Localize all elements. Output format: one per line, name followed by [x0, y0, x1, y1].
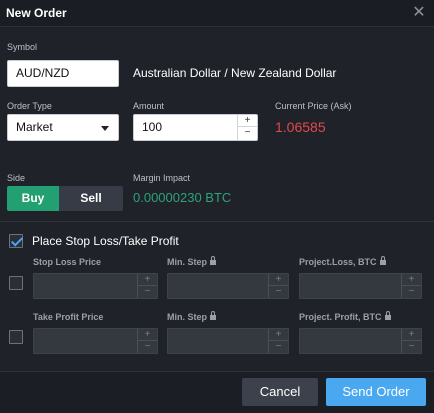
- amount-increment-button[interactable]: +: [238, 115, 257, 127]
- amount-value: 100: [142, 120, 163, 134]
- sl-tp-label: Place Stop Loss/Take Profit: [32, 234, 179, 248]
- decrement-button: −: [408, 286, 415, 297]
- lock-icon: [384, 311, 391, 320]
- stop-loss-min-step-input: + −: [167, 273, 289, 299]
- decrement-button[interactable]: −: [138, 286, 157, 298]
- amount-stepper: + −: [237, 115, 257, 140]
- lock-icon: [210, 256, 216, 265]
- increment-button: +: [269, 329, 288, 341]
- take-profit-min-step-label: Min. Step: [167, 311, 216, 322]
- amount-label: Amount: [133, 101, 165, 111]
- buy-button[interactable]: Buy: [7, 186, 59, 211]
- decrement-button[interactable]: −: [138, 341, 157, 353]
- symbol-label: Symbol: [7, 42, 38, 52]
- project-loss-stepper: + −: [401, 274, 421, 298]
- amount-decrement-button[interactable]: −: [238, 127, 257, 139]
- title-bar: New Order ✕: [0, 0, 434, 27]
- current-price-label: Current Price (Ask): [275, 101, 352, 111]
- stop-loss-price-input[interactable]: + −: [33, 273, 158, 299]
- dialog-title: New Order: [6, 6, 67, 20]
- decrement-button: −: [275, 286, 282, 297]
- take-profit-min-step-stepper: + −: [268, 329, 288, 353]
- decrement-button: −: [408, 341, 415, 352]
- increment-button: +: [402, 274, 421, 286]
- project-loss-input: + −: [299, 273, 422, 299]
- take-profit-price-label: Take Profit Price: [33, 312, 104, 322]
- sell-button[interactable]: Sell: [59, 186, 123, 211]
- stop-loss-min-step-stepper: + −: [268, 274, 288, 298]
- stop-loss-price-label: Stop Loss Price: [33, 257, 102, 267]
- project-profit-input: + −: [299, 328, 422, 354]
- increment-button: +: [269, 274, 288, 286]
- new-order-dialog: New Order ✕ Symbol AUD/NZD Australian Do…: [0, 0, 434, 413]
- stop-loss-min-step-label: Min. Step: [167, 256, 216, 267]
- current-price-value: 1.06585: [275, 119, 326, 135]
- take-profit-price-input[interactable]: + −: [33, 328, 158, 354]
- divider: [0, 221, 434, 222]
- sl-tp-checkbox[interactable]: [9, 234, 23, 248]
- send-order-button[interactable]: Send Order: [326, 378, 426, 406]
- side-toggle: Buy Sell: [7, 186, 123, 211]
- increment-button: +: [402, 329, 421, 341]
- stop-loss-price-stepper: + −: [137, 274, 157, 298]
- close-icon[interactable]: ✕: [409, 3, 429, 23]
- take-profit-min-step-input: + −: [167, 328, 289, 354]
- cancel-button[interactable]: Cancel: [242, 378, 318, 406]
- order-type-label: Order Type: [7, 101, 52, 111]
- margin-impact-value: 0.00000230 BTC: [133, 190, 232, 205]
- take-profit-checkbox[interactable]: [9, 330, 23, 344]
- take-profit-price-stepper: + −: [137, 329, 157, 353]
- lock-icon: [210, 311, 216, 320]
- margin-impact-label: Margin Impact: [133, 173, 191, 183]
- lock-icon: [379, 256, 386, 265]
- increment-button[interactable]: +: [138, 274, 157, 286]
- project-profit-stepper: + −: [401, 329, 421, 353]
- side-label: Side: [7, 173, 26, 183]
- amount-input[interactable]: 100 + −: [133, 114, 258, 141]
- stop-loss-checkbox[interactable]: [9, 276, 23, 290]
- symbol-description: Australian Dollar / New Zealand Dollar: [133, 66, 337, 80]
- project-profit-label: Project. Profit, BTC: [299, 311, 391, 322]
- increment-button[interactable]: +: [138, 329, 157, 341]
- chevron-down-icon: [101, 126, 109, 131]
- decrement-button: −: [275, 341, 282, 352]
- symbol-input[interactable]: AUD/NZD: [7, 60, 119, 87]
- order-type-select[interactable]: Market: [7, 114, 119, 141]
- order-type-value: Market: [16, 120, 53, 134]
- project-loss-label: Project.Loss, BTC: [299, 256, 386, 267]
